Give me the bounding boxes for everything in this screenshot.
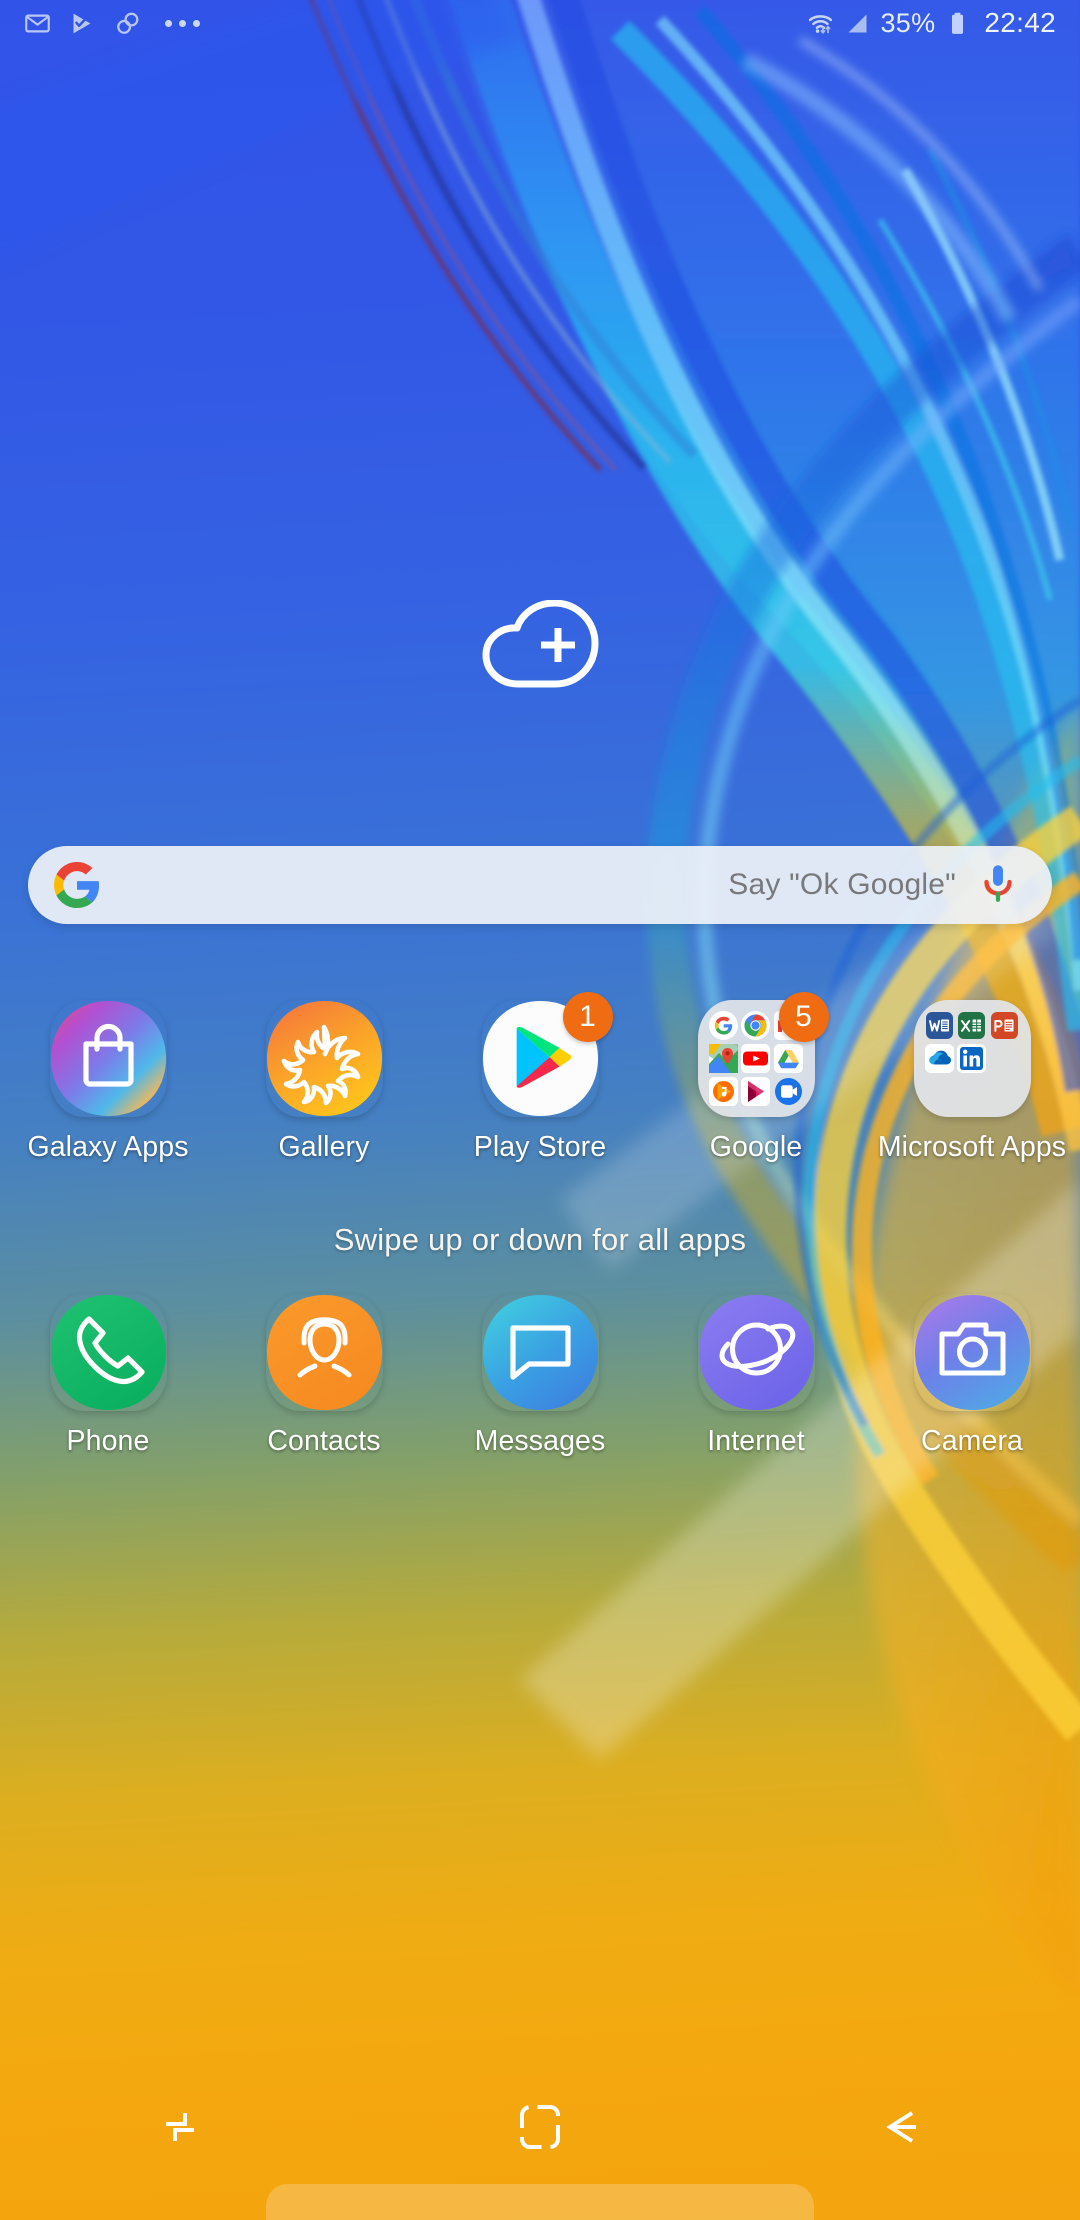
youtube-mini-icon bbox=[741, 1043, 771, 1073]
app-label: Phone bbox=[66, 1425, 150, 1457]
play-store-icon[interactable]: 1 bbox=[482, 992, 613, 1117]
app-play-store[interactable]: 1 Play Store bbox=[444, 992, 636, 1164]
app-label: Microsoft Apps bbox=[877, 1131, 1067, 1163]
battery-percent-label: 35% bbox=[880, 7, 936, 38]
word-mini-icon bbox=[925, 1011, 954, 1040]
contacts-icon[interactable] bbox=[266, 1294, 383, 1411]
microsoft-apps-folder-icon[interactable] bbox=[913, 1000, 1031, 1117]
swipe-hint-label: Swipe up or down for all apps bbox=[333, 1222, 747, 1257]
folder-google[interactable]: 5 Google bbox=[660, 992, 852, 1164]
play-music-mini-icon bbox=[708, 1076, 738, 1106]
duo-mini-icon bbox=[774, 1077, 803, 1106]
gmail-icon bbox=[24, 10, 51, 37]
home-button[interactable] bbox=[360, 2070, 720, 2220]
app-label: Galaxy Apps bbox=[27, 1131, 189, 1163]
play-protect-icon bbox=[69, 10, 96, 37]
link-icon bbox=[114, 10, 141, 37]
microphone-icon[interactable] bbox=[978, 862, 1018, 908]
dock: Phone Contacts Messages Internet Camera bbox=[0, 1294, 1080, 1458]
back-icon bbox=[876, 2103, 924, 2151]
chrome-mini-icon bbox=[741, 1011, 771, 1041]
onedrive-mini-icon bbox=[924, 1043, 954, 1073]
excel-mini-icon bbox=[957, 1011, 986, 1040]
app-label: Internet bbox=[707, 1425, 805, 1457]
search-placeholder: Say "Ok Google" bbox=[728, 868, 956, 901]
recents-button[interactable] bbox=[0, 2070, 360, 2220]
battery-icon bbox=[944, 10, 971, 37]
more-notifications-icon[interactable] bbox=[165, 19, 200, 27]
app-galaxy-apps[interactable]: Galaxy Apps bbox=[12, 1000, 204, 1164]
home-app-row: Galaxy Apps Gallery 1 Play Store 5 Googl… bbox=[0, 992, 1080, 1164]
app-label: Messages bbox=[474, 1425, 606, 1457]
gallery-icon[interactable] bbox=[266, 1000, 383, 1117]
folder-empty-slot bbox=[990, 1044, 1019, 1073]
status-bar-system[interactable]: 35% 22:42 bbox=[808, 7, 1056, 39]
app-label: Google bbox=[709, 1131, 803, 1163]
phone-icon[interactable] bbox=[50, 1294, 167, 1411]
powerpoint-mini-icon bbox=[990, 1011, 1019, 1040]
badge-count: 5 bbox=[778, 992, 829, 1042]
galaxy-apps-icon[interactable] bbox=[50, 1000, 167, 1117]
app-gallery[interactable]: Gallery bbox=[228, 1000, 420, 1164]
badge-count: 1 bbox=[562, 992, 613, 1042]
google-search-bar[interactable]: Say "Ok Google" bbox=[28, 846, 1052, 924]
home-icon bbox=[516, 2101, 564, 2153]
google-g-icon bbox=[54, 862, 100, 908]
navigation-bar bbox=[0, 2070, 1080, 2220]
app-contacts[interactable]: Contacts bbox=[228, 1294, 420, 1458]
app-label: Contacts bbox=[267, 1425, 381, 1457]
app-internet[interactable]: Internet bbox=[660, 1294, 852, 1458]
wifi-icon bbox=[808, 10, 835, 37]
play-movies-mini-icon bbox=[741, 1076, 771, 1106]
messages-icon[interactable] bbox=[482, 1294, 599, 1411]
app-messages[interactable]: Messages bbox=[444, 1294, 636, 1458]
back-button[interactable] bbox=[720, 2070, 1080, 2220]
folder-empty-slot bbox=[925, 1077, 954, 1106]
linkedin-mini-icon bbox=[957, 1043, 987, 1073]
app-label: Play Store bbox=[473, 1131, 607, 1163]
add-widget-placeholder[interactable] bbox=[0, 599, 1080, 697]
clock-label: 22:42 bbox=[984, 7, 1056, 38]
recents-icon bbox=[157, 2104, 203, 2150]
camera-icon[interactable] bbox=[914, 1294, 1031, 1411]
google-search-mini-icon bbox=[708, 1011, 738, 1041]
folder-empty-slot bbox=[990, 1077, 1019, 1106]
status-bar[interactable]: 35% 22:42 bbox=[0, 0, 1080, 46]
app-camera[interactable]: Camera bbox=[876, 1294, 1068, 1458]
app-label: Gallery bbox=[278, 1131, 370, 1163]
cellular-signal-icon bbox=[844, 10, 871, 37]
app-label: Camera bbox=[921, 1425, 1023, 1457]
internet-icon[interactable] bbox=[698, 1294, 815, 1411]
maps-mini-icon bbox=[708, 1043, 738, 1073]
status-bar-notifications[interactable] bbox=[24, 10, 200, 37]
drive-mini-icon bbox=[774, 1043, 804, 1073]
app-phone[interactable]: Phone bbox=[12, 1294, 204, 1458]
folder-empty-slot bbox=[957, 1077, 986, 1106]
cloud-plus-icon bbox=[474, 599, 606, 697]
folder-microsoft-apps[interactable]: Microsoft Apps bbox=[876, 1000, 1068, 1164]
